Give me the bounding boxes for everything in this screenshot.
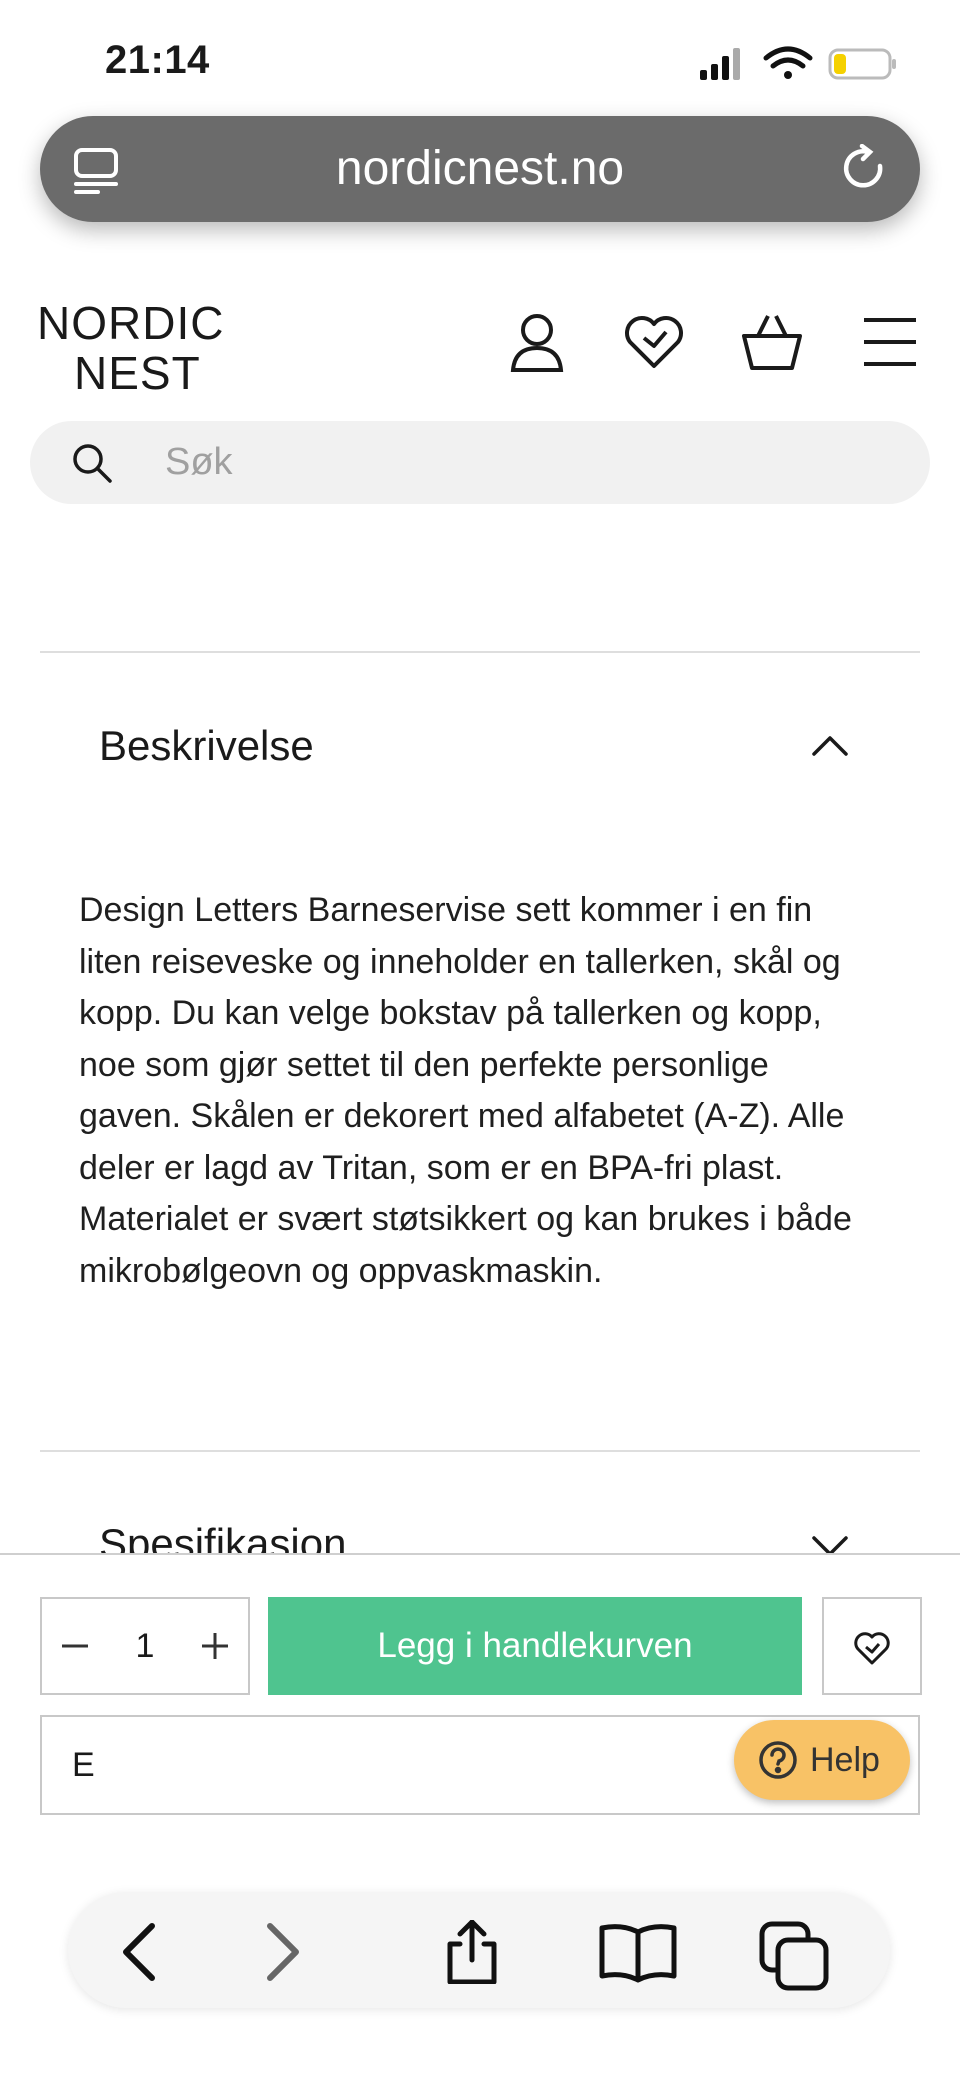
heart-icon[interactable] xyxy=(622,310,686,374)
logo-line2: NEST xyxy=(74,347,201,399)
status-icons xyxy=(700,44,900,84)
url-text[interactable]: nordicnest.no xyxy=(40,116,920,222)
menu-icon[interactable] xyxy=(858,310,922,374)
description-heading[interactable]: Beskrivelse xyxy=(99,722,314,770)
site-logo[interactable]: NORDIC NEST xyxy=(37,298,237,398)
battery-icon xyxy=(828,48,896,80)
search-icon xyxy=(70,441,114,485)
search-bar[interactable] xyxy=(30,421,930,504)
share-icon[interactable] xyxy=(440,1920,504,1984)
add-to-cart-button[interactable]: Legg i handlekurven xyxy=(268,1597,802,1695)
page-menu-icon[interactable] xyxy=(72,146,120,194)
wifi-icon xyxy=(763,46,813,79)
help-button[interactable]: Help xyxy=(734,1720,910,1800)
chevron-up-icon[interactable] xyxy=(810,730,850,760)
divider xyxy=(40,1450,920,1452)
divider xyxy=(40,651,920,653)
quantity-value[interactable]: 1 xyxy=(108,1599,182,1693)
help-label: Help xyxy=(810,1741,880,1779)
basket-icon[interactable] xyxy=(740,310,804,374)
search-input[interactable] xyxy=(165,421,865,504)
browser-toolbar xyxy=(68,1892,890,2008)
plus-icon[interactable] xyxy=(182,1599,248,1693)
logo-line1: NORDIC xyxy=(37,297,225,349)
signal-icon xyxy=(700,48,740,80)
quantity-stepper: 1 xyxy=(40,1597,250,1695)
tabs-icon[interactable] xyxy=(758,1920,829,1991)
letter-choice-value: E xyxy=(72,1746,95,1784)
url-bar[interactable]: nordicnest.no xyxy=(40,116,920,222)
status-time: 21:14 xyxy=(105,38,210,82)
forward-icon[interactable] xyxy=(248,1920,312,1984)
bookmarks-icon[interactable] xyxy=(598,1920,677,1984)
minus-icon[interactable] xyxy=(42,1599,108,1693)
description-text: Design Letters Barneservise sett kommer … xyxy=(79,891,852,1290)
add-to-wishlist-button[interactable] xyxy=(822,1597,922,1695)
back-icon[interactable] xyxy=(110,1920,174,1984)
heart-icon xyxy=(854,1632,890,1665)
question-icon xyxy=(758,1740,798,1780)
user-icon[interactable] xyxy=(505,310,569,374)
reload-icon[interactable] xyxy=(840,144,890,194)
